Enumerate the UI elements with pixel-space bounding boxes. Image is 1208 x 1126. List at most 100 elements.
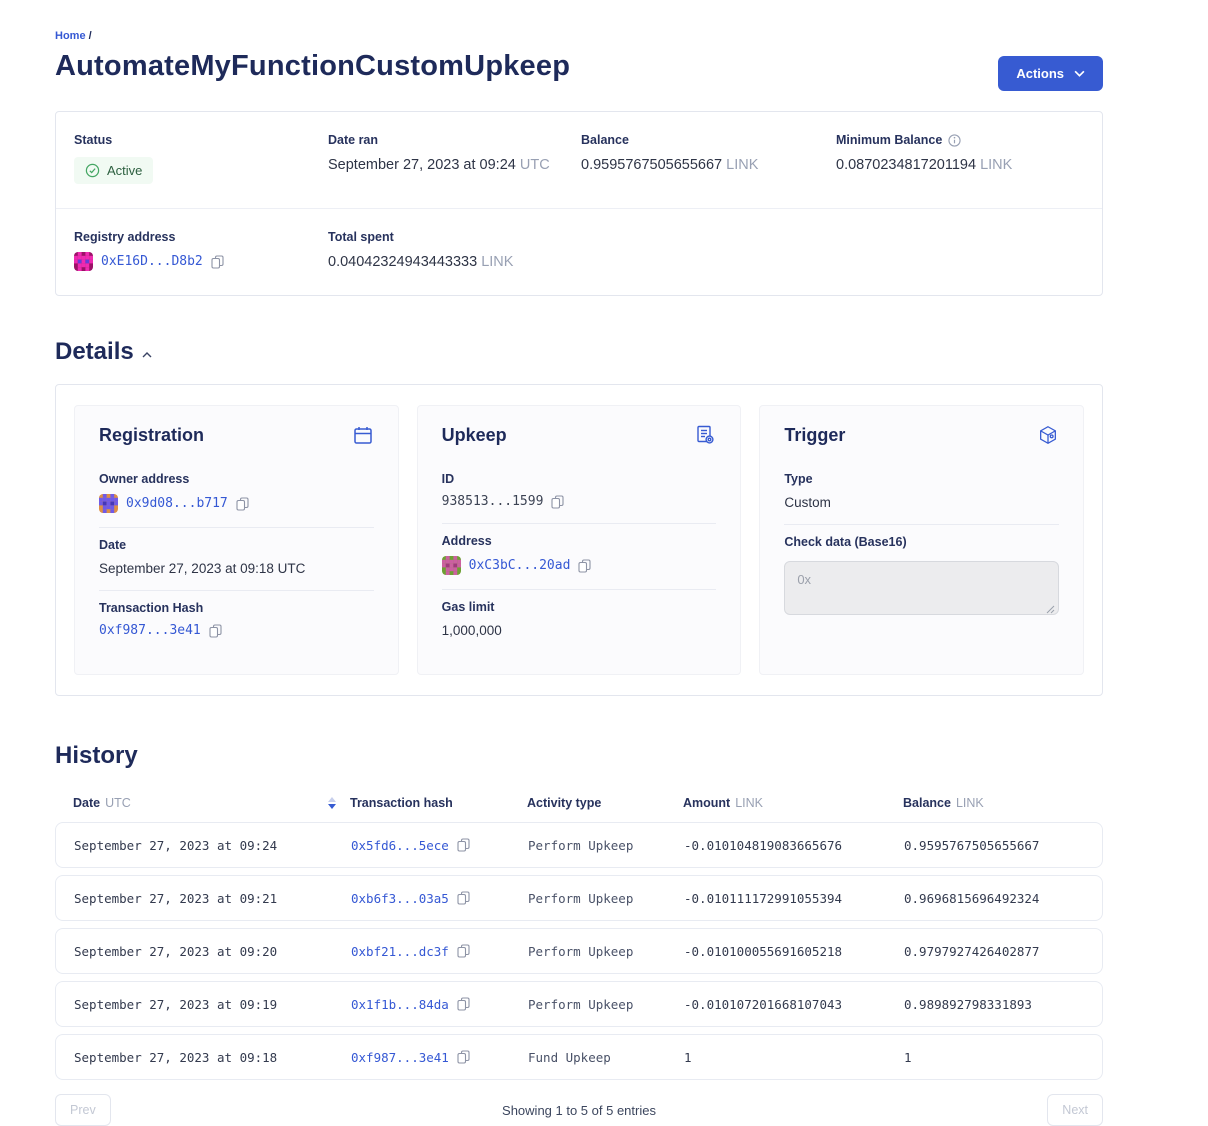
column-activity-type: Activity type: [527, 796, 683, 810]
check-data-input[interactable]: [784, 561, 1059, 615]
row-tx-hash-link[interactable]: 0x1f1b...84da: [351, 997, 449, 1012]
upkeep-address-group: Address 0xC3bC...20ad: [442, 523, 717, 589]
sort-arrows-icon: [328, 797, 336, 809]
summary-balance: Balance 0.9595767505655667 LINK: [581, 133, 836, 184]
row-balance: 0.9797927426402877: [904, 944, 1102, 959]
total-spent-value: 0.04042324943443333: [328, 254, 477, 270]
resize-grip-icon[interactable]: [1046, 605, 1055, 614]
row-activity-type: Perform Upkeep: [528, 891, 684, 906]
row-activity-type: Perform Upkeep: [528, 997, 684, 1012]
document-gear-icon: [694, 424, 716, 446]
prev-button[interactable]: Prev: [55, 1094, 111, 1126]
transaction-hash-link[interactable]: 0xf987...3e41: [99, 623, 201, 638]
check-circle-icon: [85, 163, 100, 178]
row-tx-hash-link[interactable]: 0xf987...3e41: [351, 1050, 449, 1065]
total-spent-label: Total spent: [328, 230, 581, 244]
upkeep-id-value: 938513...1599: [442, 494, 544, 509]
copy-icon[interactable]: [236, 497, 249, 511]
trigger-type-value: Custom: [784, 495, 1059, 510]
actions-button-label: Actions: [1016, 66, 1064, 81]
upkeep-address-link[interactable]: 0xC3bC...20ad: [469, 558, 571, 573]
copy-icon[interactable]: [209, 624, 222, 638]
row-amount: 1: [684, 1050, 904, 1065]
upkeep-id-group: ID 938513...1599: [442, 462, 717, 523]
registration-date-value: September 27, 2023 at 09:18 UTC: [99, 561, 374, 576]
row-tx-hash-link[interactable]: 0xbf21...dc3f: [351, 944, 449, 959]
registration-title: Registration: [99, 425, 204, 446]
details-container: Registration Owner address 0x9d08...b717…: [55, 384, 1103, 696]
breadcrumb-home-link[interactable]: Home: [55, 30, 86, 42]
column-date-unit: UTC: [105, 796, 131, 810]
copy-icon[interactable]: [457, 891, 470, 905]
pagination-summary: Showing 1 to 5 of 5 entries: [502, 1103, 656, 1118]
min-balance-value: 0.0870234817201194: [836, 157, 976, 173]
owner-address-label: Owner address: [99, 472, 374, 486]
copy-icon[interactable]: [457, 997, 470, 1011]
upkeep-card: Upkeep ID 938513...1599 Address 0xC3bC..…: [417, 405, 742, 675]
next-button[interactable]: Next: [1047, 1094, 1103, 1126]
chevron-down-icon: [1074, 70, 1085, 77]
column-amount-label: Amount: [683, 796, 730, 810]
breadcrumb-separator: /: [89, 30, 92, 42]
details-toggle[interactable]: Details: [55, 338, 1103, 366]
pagination: Prev Showing 1 to 5 of 5 entries Next: [55, 1094, 1103, 1126]
actions-button[interactable]: Actions: [998, 56, 1103, 91]
row-date: September 27, 2023 at 09:20: [74, 944, 351, 959]
cube-icon: [1037, 424, 1059, 446]
transaction-hash-group: Transaction Hash 0xf987...3e41: [99, 590, 374, 652]
summary-min-balance: Minimum Balance 0.0870234817201194 LINK: [836, 133, 1084, 184]
column-date-label: Date: [73, 796, 100, 810]
summary-total-spent: Total spent 0.04042324943443333 LINK: [328, 230, 581, 271]
row-date: September 27, 2023 at 09:18: [74, 1050, 351, 1065]
row-amount: -0.010107201668107043: [684, 997, 904, 1012]
row-balance: 0.989892798331893: [904, 997, 1102, 1012]
title-row: AutomateMyFunctionCustomUpkeep Actions: [55, 50, 1103, 91]
row-activity-type: Fund Upkeep: [528, 1050, 684, 1065]
copy-icon[interactable]: [457, 944, 470, 958]
gas-limit-group: Gas limit 1,000,000: [442, 589, 717, 652]
date-ran-tz: UTC: [520, 157, 550, 173]
upkeep-address-label: Address: [442, 534, 717, 548]
history-table-header: DateUTC Transaction hash Activity type A…: [55, 796, 1103, 822]
row-amount: -0.010104819083665676: [684, 838, 904, 853]
row-date: September 27, 2023 at 09:21: [74, 891, 351, 906]
row-activity-type: Perform Upkeep: [528, 944, 684, 959]
row-tx-hash-link[interactable]: 0x5fd6...5ece: [351, 838, 449, 853]
row-date: September 27, 2023 at 09:19: [74, 997, 351, 1012]
row-amount: -0.010100055691605218: [684, 944, 904, 959]
row-tx-hash-link[interactable]: 0xb6f3...03a5: [351, 891, 449, 906]
summary-date-ran: Date ran September 27, 2023 at 09:24 UTC: [328, 133, 581, 184]
row-activity-type: Perform Upkeep: [528, 838, 684, 853]
trigger-card: Trigger Type Custom Check data (Base16): [759, 405, 1084, 675]
copy-icon[interactable]: [457, 1050, 470, 1064]
status-badge-text: Active: [107, 163, 142, 178]
registry-identicon: [74, 252, 93, 271]
copy-icon[interactable]: [457, 838, 470, 852]
history-table-body: September 27, 2023 at 09:24 0x5fd6...5ec…: [55, 822, 1103, 1080]
copy-icon[interactable]: [551, 495, 564, 509]
table-row: September 27, 2023 at 09:18 0xf987...3e4…: [55, 1034, 1103, 1080]
column-date-sort[interactable]: Date UTC: [73, 796, 350, 810]
copy-icon[interactable]: [211, 255, 224, 269]
history-heading: History: [55, 742, 1103, 770]
check-data-group: Check data (Base16): [784, 524, 1059, 634]
upkeep-title: Upkeep: [442, 425, 507, 446]
owner-identicon: [99, 494, 118, 513]
column-amount-unit: LINK: [735, 796, 763, 810]
table-row: September 27, 2023 at 09:19 0x1f1b...84d…: [55, 981, 1103, 1027]
table-row: September 27, 2023 at 09:20 0xbf21...dc3…: [55, 928, 1103, 974]
info-icon[interactable]: [948, 134, 961, 147]
owner-address-link[interactable]: 0x9d08...b717: [126, 496, 228, 511]
owner-address-group: Owner address 0x9d08...b717: [99, 462, 374, 527]
table-row: September 27, 2023 at 09:21 0xb6f3...03a…: [55, 875, 1103, 921]
trigger-title: Trigger: [784, 425, 845, 446]
total-spent-unit: LINK: [481, 254, 513, 270]
date-ran-value: September 27, 2023 at 09:24: [328, 157, 516, 173]
chevron-up-icon: [142, 352, 152, 358]
page-title: AutomateMyFunctionCustomUpkeep: [55, 50, 570, 83]
gas-limit-value: 1,000,000: [442, 623, 717, 638]
transaction-hash-label: Transaction Hash: [99, 601, 374, 615]
column-balance-label: Balance: [903, 796, 951, 810]
copy-icon[interactable]: [578, 559, 591, 573]
registry-address-link[interactable]: 0xE16D...D8b2: [101, 254, 203, 269]
